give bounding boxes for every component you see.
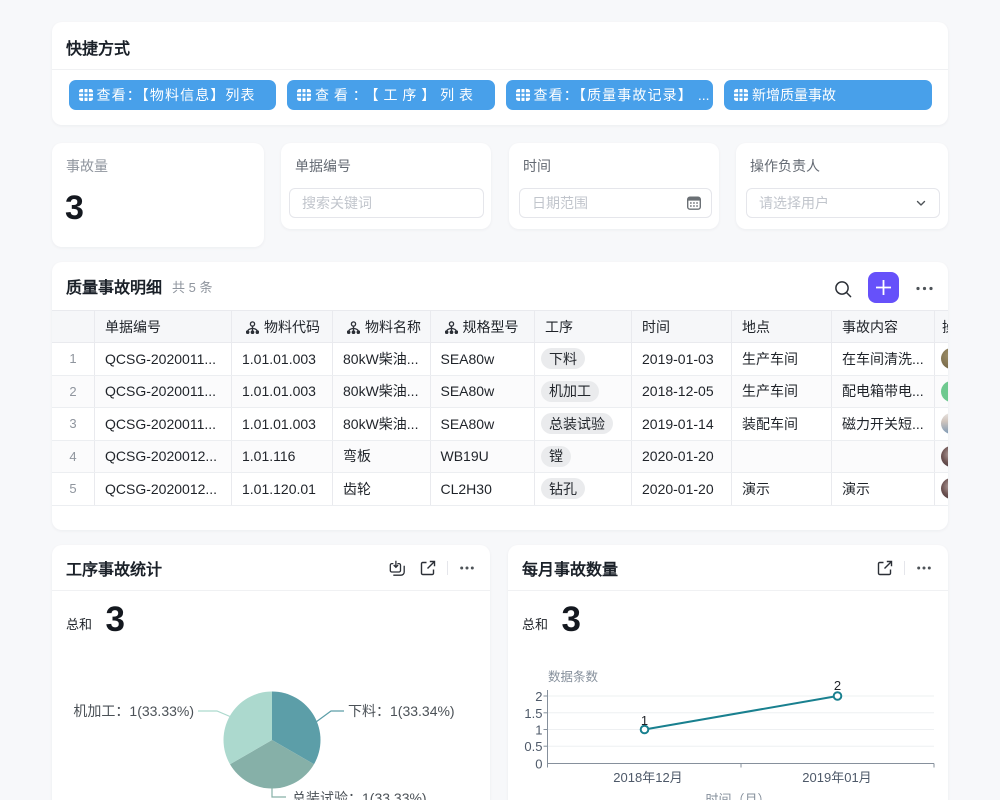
svg-text:时间（月）: 时间（月） <box>705 792 770 800</box>
svg-text:数据条数: 数据条数 <box>548 669 599 684</box>
svg-text:下料：1(33.34%): 下料：1(33.34%) <box>348 703 455 719</box>
svg-text:总装试验：1(33.33%): 总装试验：1(33.33%) <box>292 790 427 800</box>
svg-text:机加工：1(33.33%): 机加工：1(33.33%) <box>73 703 194 719</box>
svg-text:0.5: 0.5 <box>524 739 542 754</box>
svg-text:1: 1 <box>641 713 648 728</box>
svg-text:1: 1 <box>535 723 542 738</box>
svg-text:2018年12月: 2018年12月 <box>613 770 682 785</box>
svg-text:2019年01月: 2019年01月 <box>802 770 871 785</box>
svg-text:2: 2 <box>535 689 542 704</box>
svg-text:2: 2 <box>834 678 841 693</box>
svg-text:1.5: 1.5 <box>524 706 542 721</box>
svg-text:0: 0 <box>535 757 542 772</box>
